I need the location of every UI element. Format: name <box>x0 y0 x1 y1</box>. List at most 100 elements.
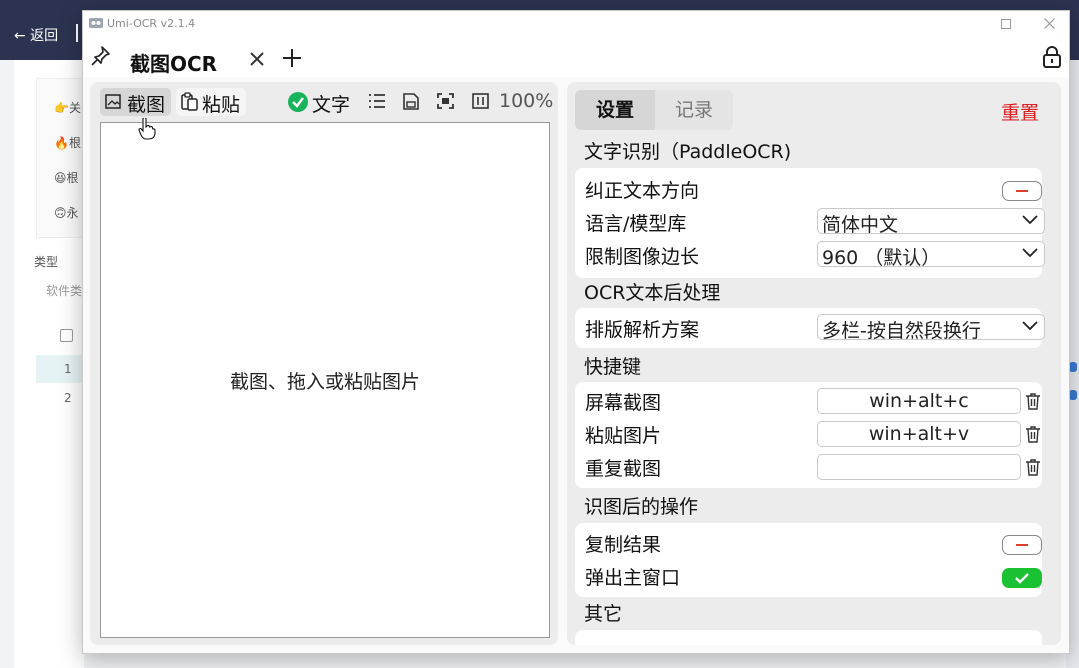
hotkey-screenshot-field[interactable]: win+alt+c <box>817 388 1021 414</box>
language-label: 语言/模型库 <box>585 213 687 235</box>
back-link[interactable]: ← 返回 <box>14 25 58 45</box>
fit-screen-icon[interactable] <box>437 93 454 109</box>
section-title-postprocess: OCR文本后处理 <box>584 282 721 304</box>
correct-direction-row: 纠正文本方向 <box>585 173 1042 205</box>
limit-size-value: 960 （默认） <box>822 247 941 269</box>
switch-off-mark <box>1016 190 1028 192</box>
section-title-other: 其它 <box>584 603 623 625</box>
language-row: 语言/模型库 简体中文 <box>585 206 1045 238</box>
close-icon <box>250 52 264 66</box>
trash-icon[interactable] <box>1025 392 1041 410</box>
background-filter-input[interactable]: 软件类 <box>46 282 82 299</box>
tab-settings[interactable]: 设置 <box>575 90 655 130</box>
limit-size-row: 限制图像边长 960 （默认） <box>585 239 1045 271</box>
hotkey-screenshot-label: 屏幕截图 <box>585 392 662 414</box>
hotkey-repeat-row: 重复截图 <box>585 451 1040 483</box>
section-title-after: 识图后的操作 <box>584 496 699 518</box>
section-title-hotkeys: 快捷键 <box>584 356 642 378</box>
check-icon <box>1015 573 1029 584</box>
background-marker <box>1069 362 1077 372</box>
list-icon[interactable] <box>368 93 386 109</box>
hotkey-repeat-field[interactable] <box>817 454 1021 480</box>
hotkey-value: win+alt+c <box>869 390 969 412</box>
popup-window-switch[interactable] <box>1002 568 1042 588</box>
copy-result-label: 复制结果 <box>585 534 662 556</box>
hotkey-paste-field[interactable]: win+alt+v <box>817 421 1021 447</box>
correct-direction-label: 纠正文本方向 <box>585 180 700 202</box>
clipboard-icon <box>181 92 198 111</box>
row-index: 1 <box>64 362 72 376</box>
popup-window-label: 弹出主窗口 <box>585 567 681 589</box>
lock-icon <box>1043 46 1061 68</box>
layout-label: 排版解析方案 <box>585 319 700 341</box>
chevron-down-icon <box>1022 215 1038 225</box>
title-bar[interactable]: Umi-OCR v2.1.4 <box>83 11 1069 37</box>
copy-result-switch[interactable] <box>1002 535 1042 555</box>
background-table-row[interactable]: 1 <box>36 355 86 383</box>
popup-window-row: 弹出主窗口 <box>585 560 1042 592</box>
paste-button[interactable]: 粘贴 <box>176 88 246 116</box>
reset-button[interactable]: 重置 <box>1001 98 1039 125</box>
hand-pointer-icon <box>138 118 156 140</box>
hotkey-repeat-label: 重复截图 <box>585 458 662 480</box>
copy-result-row: 复制结果 <box>585 527 1042 559</box>
app-logo-icon <box>89 18 103 28</box>
check-icon <box>288 92 308 112</box>
new-tab-button[interactable] <box>281 47 303 69</box>
layout-value: 多栏-按自然段换行 <box>822 320 981 342</box>
screenshot-label: 截图 <box>127 94 166 116</box>
hotkey-value: win+alt+v <box>868 423 970 445</box>
save-icon[interactable] <box>403 93 419 110</box>
window-title: Umi-OCR v2.1.4 <box>107 17 196 30</box>
maximize-icon <box>1001 19 1011 29</box>
pin-button[interactable] <box>91 45 111 67</box>
pin-icon <box>91 46 110 66</box>
ocr-settings-card: 纠正文本方向 语言/模型库 简体中文 限制图像边长 960 （默认） <box>575 168 1045 278</box>
other-card <box>575 630 1042 645</box>
zoom-level: 100% <box>499 90 554 112</box>
trash-icon[interactable] <box>1025 458 1041 476</box>
correct-direction-switch[interactable] <box>1002 181 1042 201</box>
settings-tabs: 设置 记录 <box>575 90 735 130</box>
hotkey-screenshot-row: 屏幕截图 win+alt+c <box>585 385 1040 417</box>
section-title-ocr: 文字识别（PaddleOCR) <box>584 141 792 163</box>
drop-hint: 截图、拖入或粘贴图片 <box>229 371 420 393</box>
background-checkbox[interactable] <box>60 329 73 342</box>
trash-icon[interactable] <box>1025 425 1041 443</box>
close-icon <box>1043 18 1055 29</box>
layout-select[interactable]: 多栏-按自然段换行 <box>817 314 1045 342</box>
tab-bar: 截图OCR <box>83 37 1069 77</box>
hotkeys-card: 屏幕截图 win+alt+c 粘贴图片 win+alt+v 重复截图 <box>575 382 1042 488</box>
header-divider <box>76 24 78 42</box>
image-drop-area[interactable]: 截图、拖入或粘贴图片 <box>100 122 550 638</box>
language-value: 简体中文 <box>822 214 899 236</box>
tab-close-button[interactable] <box>247 49 267 69</box>
hotkey-paste-row: 粘贴图片 win+alt+v <box>585 418 1040 450</box>
limit-size-label: 限制图像边长 <box>585 246 700 268</box>
layout-row: 排版解析方案 多栏-按自然段换行 <box>585 312 1045 344</box>
tab-screenshot-ocr[interactable]: 截图OCR <box>119 41 275 77</box>
background-item: 👉关 <box>54 101 81 115</box>
image-icon <box>105 94 121 109</box>
language-select[interactable]: 简体中文 <box>817 208 1045 236</box>
background-item: 🙃永 <box>54 206 79 220</box>
postprocess-card: 排版解析方案 多栏-按自然段换行 <box>575 308 1045 348</box>
close-window-button[interactable] <box>1041 14 1057 32</box>
screenshot-button[interactable]: 截图 <box>100 88 171 116</box>
minimize-button[interactable] <box>999 15 1013 31</box>
background-marker <box>1069 390 1077 400</box>
settings-panel: 设置 记录 重置 文字识别（PaddleOCR) 纠正文本方向 语言/模型库 简… <box>567 82 1061 645</box>
hotkey-paste-label: 粘贴图片 <box>585 425 662 447</box>
actual-size-icon[interactable] <box>472 93 489 109</box>
tab-records[interactable]: 记录 <box>655 90 733 130</box>
background-type-label: 类型 <box>34 255 59 269</box>
background-table-row[interactable]: 2 <box>36 384 86 412</box>
background-item: 🔥根 <box>54 136 81 150</box>
plus-icon <box>283 49 301 67</box>
umi-ocr-window: Umi-OCR v2.1.4 截图OCR 截图 粘贴 文字 100% 截图、拖入… <box>82 10 1070 654</box>
chevron-down-icon <box>1022 248 1038 258</box>
row-index: 2 <box>64 391 72 405</box>
lock-button[interactable] <box>1041 45 1063 69</box>
after-actions-card: 复制结果 弹出主窗口 <box>575 523 1042 597</box>
limit-size-select[interactable]: 960 （默认） <box>817 241 1045 269</box>
